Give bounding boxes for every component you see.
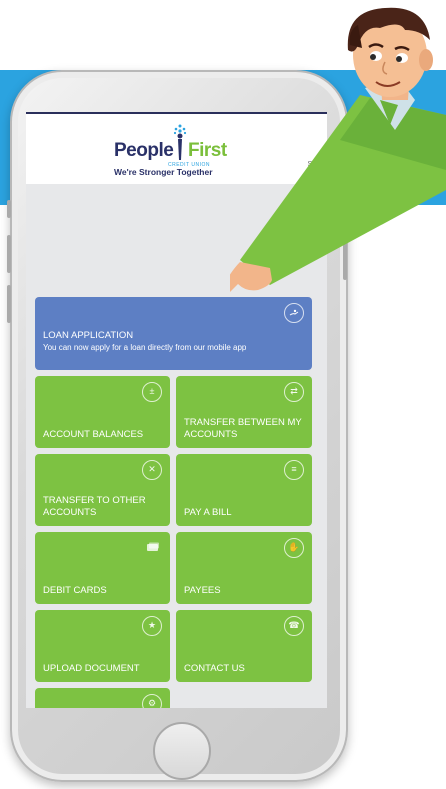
- tile-label: DEBIT CARDS: [43, 584, 107, 596]
- tile-label: ACCOUNT BALANCES: [43, 428, 144, 440]
- tile-label: TRANSFER BETWEEN MY ACCOUNTS: [184, 417, 302, 440]
- mute-switch: [7, 200, 11, 218]
- tile-pay-a-bill[interactable]: ≡ PAY A BILL: [176, 454, 312, 526]
- phone-icon: ☎: [284, 616, 304, 636]
- star-icon: ★: [142, 616, 162, 636]
- transfer-arrows-icon: ⇄: [284, 382, 304, 402]
- cross-arrows-icon: ✕: [142, 460, 162, 480]
- tile-label: PAYEES: [184, 584, 221, 596]
- tile-transfer-between-accounts[interactable]: ⇄ TRANSFER BETWEEN MY ACCOUNTS: [176, 376, 312, 448]
- home-button[interactable]: [153, 722, 211, 780]
- payee-hand-icon: ✋: [284, 538, 304, 558]
- gear-icon: ⚙: [142, 694, 162, 708]
- brand-name-part1: People: [114, 140, 174, 161]
- volume-up-button: [7, 235, 11, 273]
- figure-logo-icon: [173, 124, 187, 160]
- tile-partial-settings[interactable]: ⚙: [35, 688, 170, 708]
- tile-label: CONTACT US: [184, 662, 245, 674]
- tile-label: TRANSFER TO OTHER ACCOUNTS: [43, 495, 146, 518]
- tile-transfer-to-other-accounts[interactable]: ✕ TRANSFER TO OTHER ACCOUNTS: [35, 454, 170, 526]
- brand-name-part2: First: [188, 140, 227, 161]
- tile-account-balances[interactable]: ± ACCOUNT BALANCES: [35, 376, 170, 448]
- tile-debit-cards[interactable]: DEBIT CARDS: [35, 532, 170, 604]
- tile-upload-document[interactable]: ★ UPLOAD DOCUMENT: [35, 610, 170, 682]
- loan-description: You can now apply for a loan directly fr…: [43, 343, 247, 352]
- bill-icon: ≡: [284, 460, 304, 480]
- tile-contact-us[interactable]: ☎ CONTACT US: [176, 610, 312, 682]
- loan-title: LOAN APPLICATION: [43, 330, 134, 341]
- brand-tagline: We're Stronger Together: [114, 167, 213, 177]
- brand-logo: People First CREDIT UNION We're Stronger…: [114, 122, 244, 178]
- card-icon: [144, 538, 162, 556]
- cartoon-man-illustration: [230, 7, 446, 292]
- tile-label: PAY A BILL: [184, 506, 232, 518]
- tile-payees[interactable]: ✋ PAYEES: [176, 532, 312, 604]
- volume-down-button: [7, 285, 11, 323]
- tile-label: UPLOAD DOCUMENT: [43, 662, 140, 674]
- plus-minus-icon: ±: [142, 382, 162, 402]
